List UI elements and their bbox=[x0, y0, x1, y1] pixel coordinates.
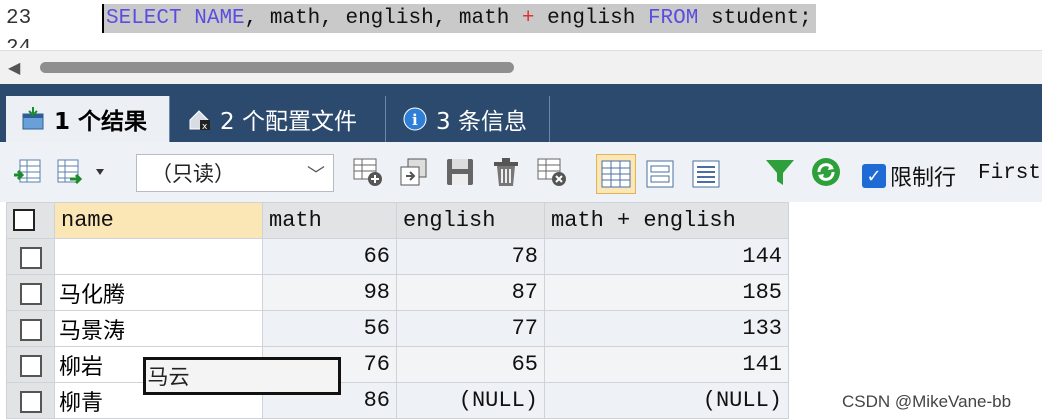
scrollbar-thumb[interactable] bbox=[40, 62, 514, 73]
sql-text: student; bbox=[698, 7, 812, 30]
grid-view-icon bbox=[601, 160, 631, 188]
info-icon: i bbox=[403, 107, 427, 131]
row-checkbox[interactable] bbox=[19, 354, 42, 377]
english-cell[interactable]: 78 bbox=[396, 238, 545, 275]
limit-rows-option[interactable]: ✓ 限制行 bbox=[862, 160, 956, 192]
svg-text:x: x bbox=[202, 122, 208, 132]
sql-text: english bbox=[534, 7, 648, 30]
english-cell[interactable]: 87 bbox=[396, 274, 545, 311]
sql-statement[interactable]: SELECT NAME, math, english, math + engli… bbox=[102, 4, 816, 33]
total-cell[interactable]: 144 bbox=[544, 238, 789, 275]
tab-messages[interactable]: i 3 条信息 bbox=[388, 96, 550, 142]
english-cell[interactable]: (NULL) bbox=[396, 382, 545, 419]
refresh-icon bbox=[812, 158, 840, 186]
name-cell[interactable]: 马景涛 bbox=[54, 310, 263, 347]
result-grid: name math english math + english 马云 66 7… bbox=[6, 202, 789, 419]
text-view-button[interactable] bbox=[686, 154, 726, 194]
tab-label: 1 个结果 bbox=[54, 109, 148, 135]
column-header[interactable]: math bbox=[262, 202, 397, 239]
total-cell[interactable]: 141 bbox=[544, 346, 789, 383]
discard-icon bbox=[537, 158, 566, 186]
row-selector[interactable] bbox=[6, 382, 55, 419]
sql-keyword: SELECT bbox=[106, 7, 182, 30]
watermark: CSDN @MikeVane-bb bbox=[842, 392, 1012, 411]
math-cell[interactable]: 98 bbox=[262, 274, 397, 311]
row-selector[interactable] bbox=[6, 238, 55, 275]
math-cell[interactable]: 56 bbox=[262, 310, 397, 347]
grid-view-button[interactable] bbox=[596, 154, 636, 194]
result-mode-select[interactable]: （只读） ﹀ bbox=[136, 154, 334, 192]
table-header-row: name math english math + english bbox=[6, 202, 789, 239]
english-cell[interactable]: 65 bbox=[396, 346, 545, 383]
row-selector[interactable] bbox=[6, 274, 55, 311]
row-checkbox[interactable] bbox=[19, 390, 42, 413]
line-number: 23 bbox=[6, 7, 32, 30]
english-cell[interactable]: 77 bbox=[396, 310, 545, 347]
horizontal-scrollbar[interactable]: ◀ bbox=[0, 50, 1042, 84]
text-view-icon bbox=[692, 160, 720, 188]
first-row-label: First bbox=[978, 162, 1042, 185]
save-button[interactable] bbox=[444, 157, 474, 187]
result-grid-icon bbox=[22, 107, 44, 130]
total-cell[interactable]: 133 bbox=[544, 310, 789, 347]
tab-label: 3 条信息 bbox=[436, 109, 527, 135]
select-all-cell[interactable] bbox=[6, 202, 55, 239]
chevron-down-icon: ﹀ bbox=[307, 165, 325, 186]
name-cell[interactable]: 马云 bbox=[142, 356, 341, 395]
line-number: 24 bbox=[0, 34, 46, 48]
svg-text:i: i bbox=[412, 111, 418, 129]
duplicate-row-button[interactable] bbox=[398, 157, 428, 187]
column-header[interactable]: english bbox=[396, 202, 545, 239]
column-header[interactable]: math + english bbox=[544, 202, 789, 239]
import-grid-icon bbox=[57, 159, 104, 185]
table-row[interactable]: 柳青 86 (NULL) (NULL) bbox=[6, 382, 789, 419]
scroll-left-icon[interactable]: ◀ bbox=[8, 58, 20, 78]
total-cell[interactable]: 185 bbox=[544, 274, 789, 311]
sql-text: , math, english, math bbox=[244, 7, 522, 30]
row-checkbox[interactable] bbox=[19, 318, 42, 341]
add-row-icon bbox=[353, 158, 382, 186]
sql-keyword: FROM bbox=[647, 7, 699, 30]
column-header[interactable]: name bbox=[54, 202, 263, 239]
result-mode-value: （只读） bbox=[151, 162, 235, 186]
discard-changes-button[interactable] bbox=[536, 157, 566, 187]
export-grid-icon bbox=[14, 159, 41, 183]
tab-results[interactable]: 1 个结果 bbox=[6, 96, 170, 142]
import-dropdown-button[interactable] bbox=[56, 157, 112, 187]
table-row[interactable]: 马景涛 56 77 133 bbox=[6, 310, 789, 347]
row-checkbox[interactable] bbox=[19, 282, 42, 305]
delete-button[interactable] bbox=[490, 157, 520, 187]
select-all-checkbox[interactable] bbox=[13, 209, 35, 232]
limit-rows-checkbox[interactable]: ✓ bbox=[862, 164, 886, 188]
tab-profile[interactable]: x 2 个配置文件 bbox=[172, 96, 386, 142]
math-cell[interactable]: 66 bbox=[262, 238, 397, 275]
row-selector[interactable] bbox=[6, 346, 55, 383]
table-row[interactable]: 马化腾 98 87 185 bbox=[6, 274, 789, 311]
duplicate-icon bbox=[400, 158, 427, 186]
filter-icon bbox=[766, 160, 794, 185]
export-button[interactable] bbox=[12, 157, 42, 187]
refresh-button[interactable] bbox=[810, 157, 840, 187]
name-cell[interactable]: 马化腾 bbox=[54, 274, 263, 311]
limit-rows-label: 限制行 bbox=[890, 166, 957, 191]
save-icon bbox=[447, 159, 473, 185]
sql-operator: + bbox=[521, 7, 535, 30]
trash-icon bbox=[494, 158, 518, 186]
row-checkbox[interactable] bbox=[19, 246, 42, 269]
tab-label: 2 个配置文件 bbox=[220, 109, 357, 135]
add-row-button[interactable] bbox=[352, 157, 382, 187]
profile-icon: x bbox=[189, 110, 210, 132]
form-view-icon bbox=[646, 160, 674, 188]
filter-button[interactable] bbox=[764, 157, 794, 187]
sql-keyword: NAME bbox=[194, 7, 245, 30]
row-selector[interactable] bbox=[6, 310, 55, 347]
sql-editor[interactable]: 23 24 SELECT NAME, math, english, math +… bbox=[0, 0, 1042, 48]
table-row[interactable]: 柳岩 76 65 141 bbox=[6, 346, 789, 383]
total-cell[interactable]: (NULL) bbox=[544, 382, 789, 419]
table-row[interactable]: 马云 66 78 144 bbox=[6, 238, 789, 395]
form-view-button[interactable] bbox=[640, 154, 680, 194]
